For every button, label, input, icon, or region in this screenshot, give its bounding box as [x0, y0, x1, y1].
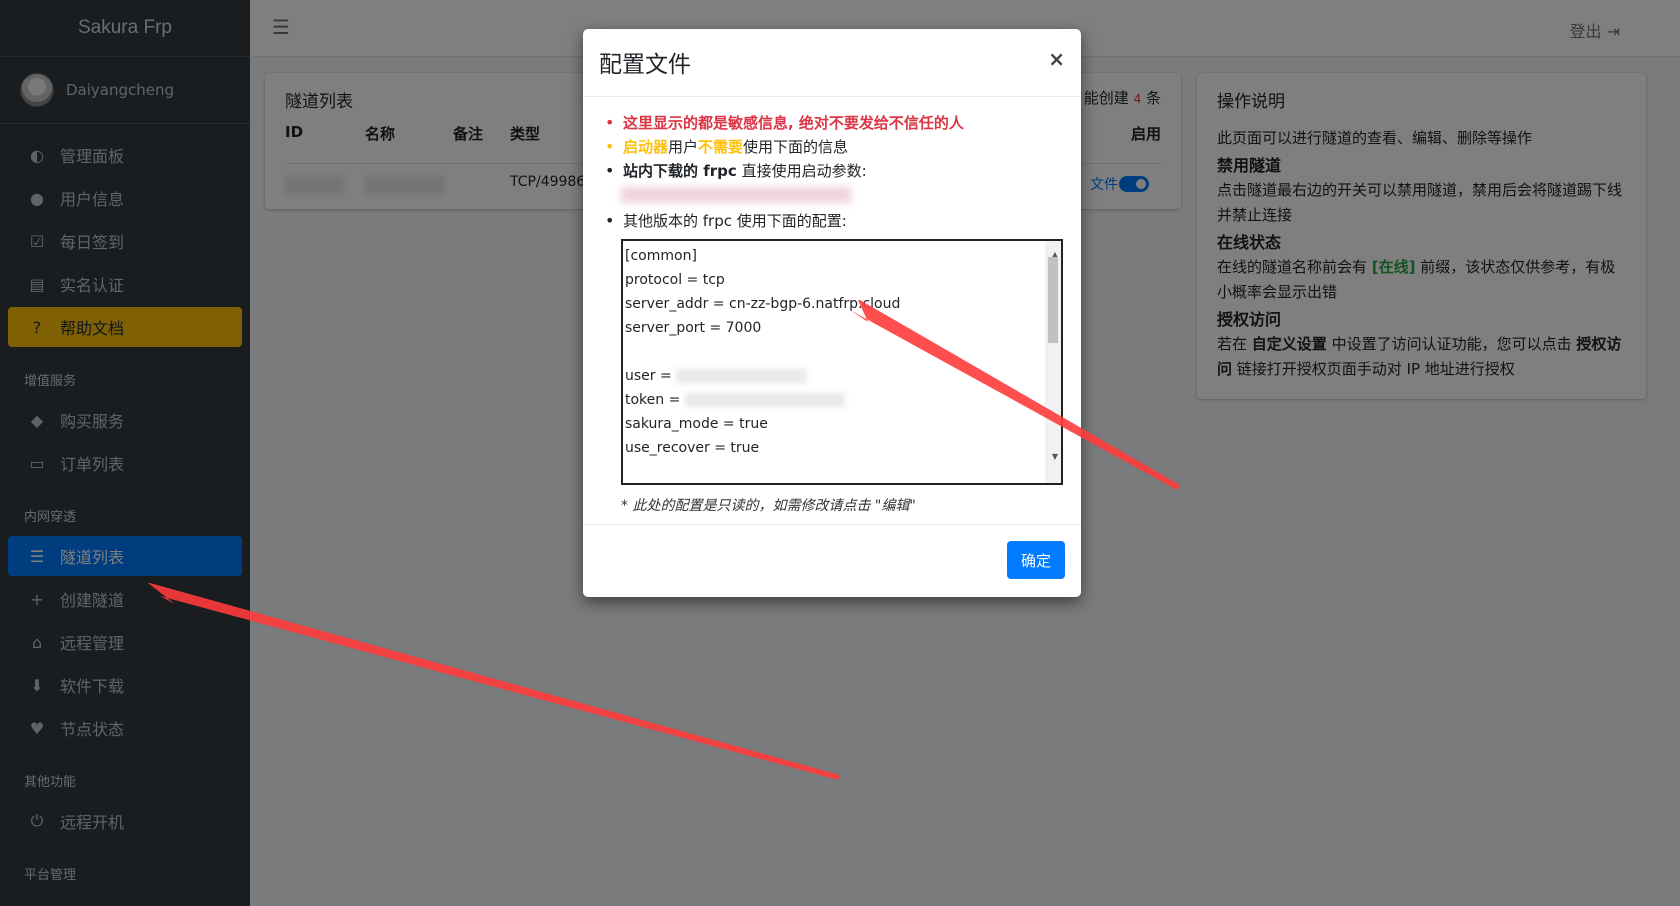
annotation-arrows: [148, 300, 1180, 780]
arrow-to-server-addr: [850, 300, 1180, 490]
arrow-to-tunnel-list: [148, 583, 840, 780]
